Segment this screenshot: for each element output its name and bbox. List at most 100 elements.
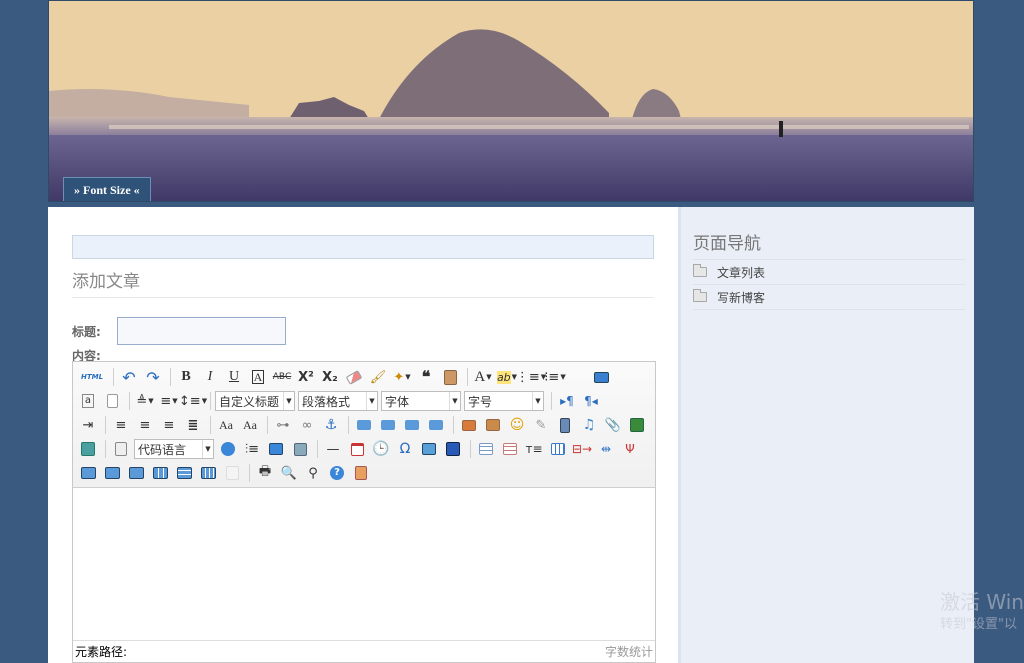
image-center-button[interactable]: [425, 414, 447, 436]
italic-button[interactable]: I: [199, 366, 221, 388]
web-image-button[interactable]: [217, 438, 239, 460]
frame-icon: [630, 418, 644, 432]
font-color-button[interactable]: A ▼: [472, 366, 494, 388]
paperclip-icon: 📎: [604, 417, 622, 433]
clear-doc-button[interactable]: [101, 390, 123, 412]
background-button[interactable]: [289, 438, 311, 460]
image-none-button[interactable]: [353, 414, 375, 436]
split-to-rows-button[interactable]: [173, 462, 195, 484]
ordered-list-button[interactable]: ⋮≡ ▼: [516, 366, 546, 388]
page-background-button[interactable]: [110, 438, 132, 460]
search-replace-button[interactable]: ⚲: [302, 462, 324, 484]
delete-col-button[interactable]: Ψ: [619, 438, 641, 460]
insert-row-button[interactable]: [547, 438, 569, 460]
special-chars-button[interactable]: Ω: [394, 438, 416, 460]
chevron-down-icon: ▼: [449, 392, 460, 410]
code-language-select[interactable]: 代码语言 ▼: [134, 439, 214, 459]
chevron-down-icon: ▼: [366, 392, 377, 410]
custom-heading-select[interactable]: 自定义标题 ▼: [215, 391, 295, 411]
direction-ltr-button[interactable]: ▸¶: [556, 390, 578, 412]
main-content: 添加文章 标题: 内容: HTML ↶ ↷ B I U A ABC X² X₂ …: [48, 207, 678, 663]
align-center-button[interactable]: ≡: [134, 414, 156, 436]
font-size-select[interactable]: 字号 ▼: [464, 391, 544, 411]
attachment-button[interactable]: 📎: [602, 414, 624, 436]
snap-screen-button[interactable]: [418, 438, 440, 460]
insert-video-button[interactable]: [554, 414, 576, 436]
insert-table-button[interactable]: [475, 438, 497, 460]
sidebar-item-write-blog[interactable]: 写新博客: [693, 285, 965, 309]
date-button[interactable]: [346, 438, 368, 460]
word-image-button[interactable]: [442, 438, 464, 460]
direction-rtl-button[interactable]: ¶◂: [580, 390, 602, 412]
fullscreen-button[interactable]: [590, 366, 612, 388]
superscript-button[interactable]: X²: [295, 366, 317, 388]
merge-right-button[interactable]: [101, 462, 123, 484]
smiley-icon: ☺: [509, 417, 525, 433]
drafts-button[interactable]: [350, 462, 372, 484]
help-button[interactable]: ?: [326, 462, 348, 484]
folder-icon: [693, 289, 707, 302]
chevron-down-icon: ▼: [486, 373, 492, 381]
underline-button[interactable]: U: [223, 366, 245, 388]
row-spacing-bottom-button[interactable]: ≡ ▼: [158, 390, 180, 412]
font-size-toggle[interactable]: » Font Size «: [63, 177, 151, 201]
time-button[interactable]: 🕒: [370, 438, 392, 460]
split-to-cells-button[interactable]: [149, 462, 171, 484]
line-height-button[interactable]: ↕≡ ▼: [179, 390, 207, 412]
indent-button[interactable]: ⇥: [77, 414, 99, 436]
font-border-button[interactable]: A: [247, 366, 269, 388]
insert-paragraph-before-table-button[interactable]: ᴛ≡: [523, 438, 545, 460]
title-input[interactable]: [117, 317, 286, 345]
merge-cells-button[interactable]: [77, 462, 99, 484]
to-uppercase-button[interactable]: Aa: [215, 414, 237, 436]
image-left-button[interactable]: [377, 414, 399, 436]
align-left-button[interactable]: ≡: [110, 414, 132, 436]
background-color-button[interactable]: ab ▼: [496, 366, 518, 388]
strikethrough-button[interactable]: ABC: [271, 366, 293, 388]
toolbar-row-5: 🖶 🔍 ⚲ ?: [77, 461, 374, 485]
editor-content-area[interactable]: [73, 489, 655, 641]
format-match-button[interactable]: 🖌: [367, 366, 389, 388]
map-button[interactable]: [77, 438, 99, 460]
link-button[interactable]: ⊶: [272, 414, 294, 436]
chart-button[interactable]: [221, 462, 243, 484]
split-to-cols-button[interactable]: [197, 462, 219, 484]
insert-image-button[interactable]: [458, 414, 480, 436]
blockquote-button[interactable]: ❝: [415, 366, 437, 388]
remove-format-button[interactable]: [343, 366, 365, 388]
redo-button[interactable]: ↷: [142, 366, 164, 388]
paragraph-format-select[interactable]: 段落格式 ▼: [298, 391, 378, 411]
merge-down-button[interactable]: [125, 462, 147, 484]
unordered-list-button[interactable]: ⁝≡ ▼: [544, 366, 566, 388]
select-all-button[interactable]: a: [77, 390, 99, 412]
insert-frame-button[interactable]: [626, 414, 648, 436]
undo-button[interactable]: ↶: [118, 366, 140, 388]
multi-image-button[interactable]: [482, 414, 504, 436]
scrawl-button[interactable]: ✎: [530, 414, 552, 436]
print-button[interactable]: 🖶: [254, 462, 276, 484]
bold-button[interactable]: B: [175, 366, 197, 388]
sidebar-item-article-list[interactable]: 文章列表: [693, 260, 965, 284]
delete-row-button[interactable]: ⊟→: [571, 438, 593, 460]
unlink-button[interactable]: ∞: [296, 414, 318, 436]
row-spacing-top-button[interactable]: ≜ ▼: [134, 390, 156, 412]
anchor-button[interactable]: ⚓: [320, 414, 342, 436]
insert-col-button[interactable]: ⇹: [595, 438, 617, 460]
font-color-icon: A: [474, 368, 486, 385]
align-right-button[interactable]: ≡: [158, 414, 180, 436]
emotion-button[interactable]: ☺: [506, 414, 528, 436]
horizontal-rule-button[interactable]: —: [322, 438, 344, 460]
image-right-button[interactable]: [401, 414, 423, 436]
align-justify-button[interactable]: ≣: [182, 414, 204, 436]
auto-typeset-button[interactable]: ✦ ▼: [391, 366, 413, 388]
html-source-button[interactable]: HTML: [77, 366, 107, 388]
paste-plain-button[interactable]: [439, 366, 461, 388]
subscript-button[interactable]: X₂: [319, 366, 341, 388]
template-button[interactable]: [265, 438, 287, 460]
preview-button[interactable]: 🔍: [278, 462, 300, 484]
delete-table-button[interactable]: [499, 438, 521, 460]
music-button[interactable]: ♫: [578, 414, 600, 436]
to-lowercase-button[interactable]: Aa: [239, 414, 261, 436]
page-break-button[interactable]: ⫶≡: [241, 438, 263, 460]
font-family-select[interactable]: 字体 ▼: [381, 391, 461, 411]
